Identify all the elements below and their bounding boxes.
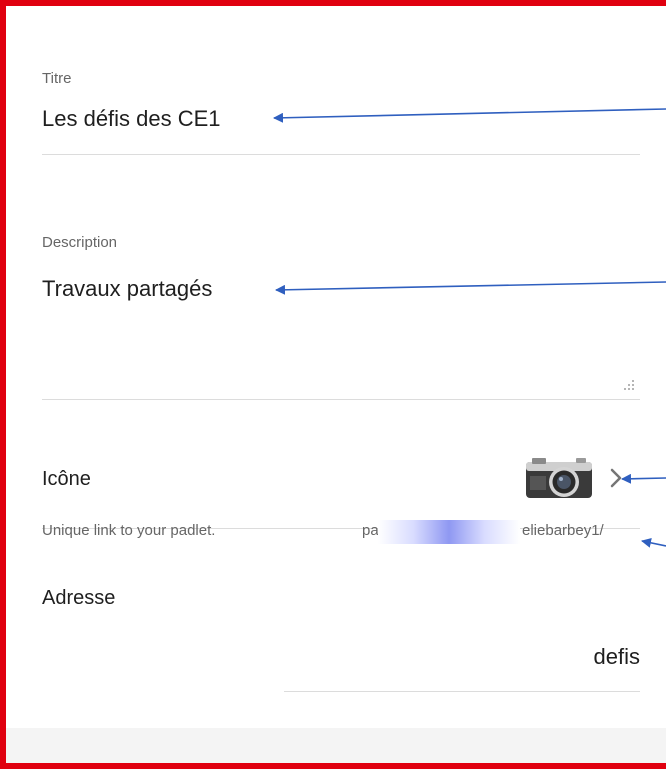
arrow-to-description [275, 281, 666, 295]
annotation-arrows [273, 108, 666, 548]
arrow-to-icon [621, 473, 666, 484]
arrow-to-title [273, 108, 666, 123]
arrow-to-address [641, 537, 666, 548]
